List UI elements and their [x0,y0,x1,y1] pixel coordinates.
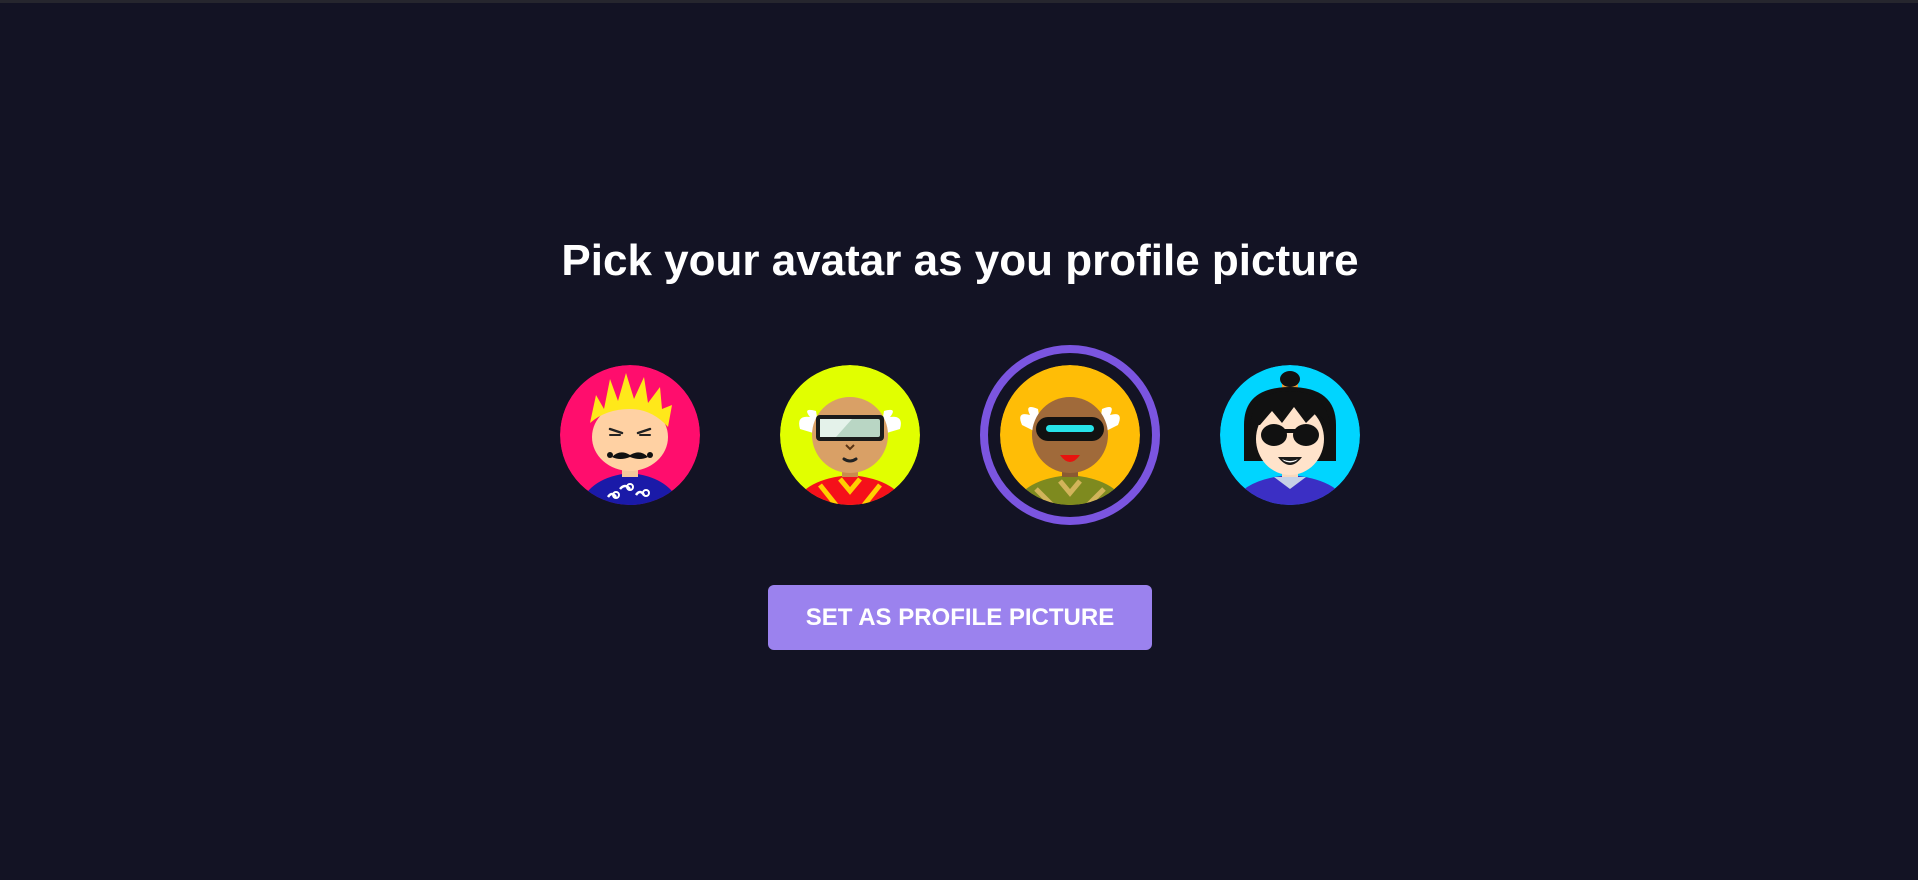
avatar-option-3[interactable] [980,345,1160,525]
avatar-option-1[interactable] [540,345,720,525]
avatar-list [0,0,1918,880]
set-profile-picture-button[interactable]: SET AS PROFILE PICTURE [768,585,1152,650]
avatar-1-image [560,365,700,505]
avatar-3-image [1000,365,1140,505]
avatar-2-image [780,365,920,505]
avatar-option-2[interactable] [760,345,940,525]
avatar-picker: Pick your avatar as you profile picture [0,0,1918,880]
avatar-4-image [1220,365,1360,505]
avatar-option-4[interactable] [1200,345,1380,525]
